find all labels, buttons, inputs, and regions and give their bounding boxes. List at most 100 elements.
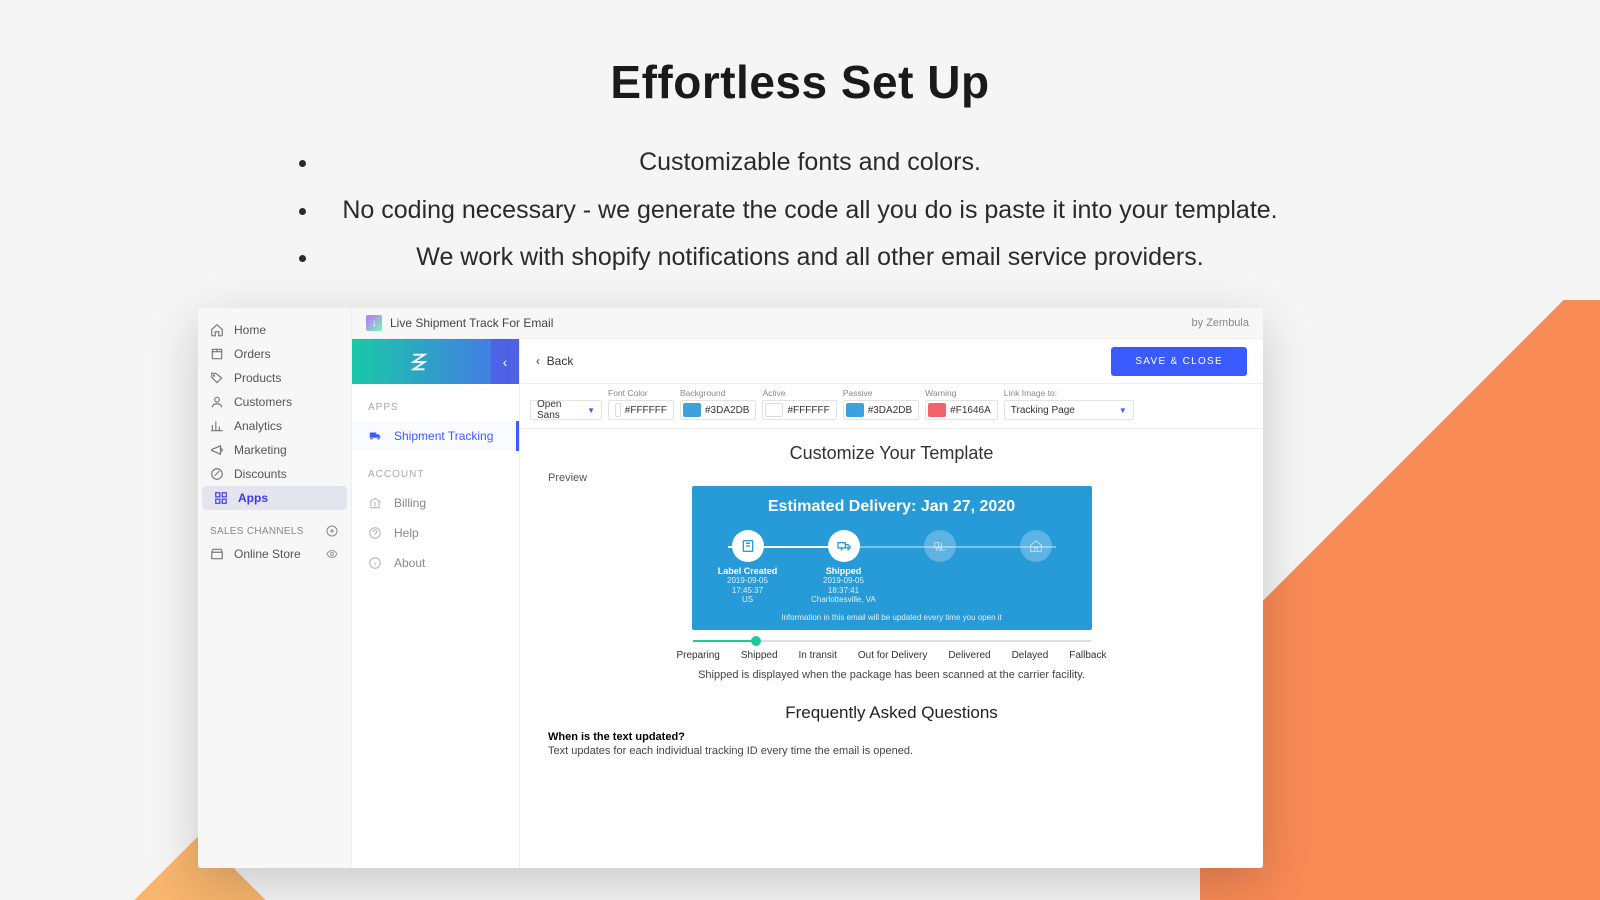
app-logo-icon bbox=[366, 315, 382, 331]
sidebar-item-label: Orders bbox=[234, 347, 271, 361]
config-label: Link Image to: bbox=[1004, 388, 1134, 398]
state-label: Fallback bbox=[1069, 650, 1106, 661]
passive-color-input[interactable]: #3DA2DB bbox=[843, 400, 919, 420]
font-color-input[interactable]: #FFFFFF bbox=[608, 400, 674, 420]
config-label: Warning bbox=[925, 388, 998, 398]
analytics-icon bbox=[210, 419, 224, 433]
collapse-sidebar-button[interactable]: ‹ bbox=[491, 339, 519, 384]
bullet: No coding necessary - we generate the co… bbox=[320, 187, 1300, 235]
link-target-select[interactable]: Tracking Page▼ bbox=[1004, 400, 1134, 420]
state-label: Delayed bbox=[1012, 650, 1049, 661]
font-family-select[interactable]: Open Sans▼ bbox=[530, 400, 602, 420]
home-icon bbox=[210, 323, 224, 337]
faq-answer: Text updates for each individual trackin… bbox=[548, 745, 1245, 757]
group-label-apps: APPS bbox=[352, 384, 519, 421]
sidebar-item-label: Home bbox=[234, 323, 266, 337]
save-close-button[interactable]: SAVE & CLOSE bbox=[1111, 347, 1247, 376]
zembula-logo-icon bbox=[408, 351, 430, 373]
bank-icon bbox=[368, 496, 382, 510]
editor-canvas: ‹ Back SAVE & CLOSE Open Sans▼ Font Colo… bbox=[520, 339, 1263, 868]
orders-icon bbox=[210, 347, 224, 361]
state-label: In transit bbox=[799, 650, 837, 661]
brand-strip: ‹ bbox=[352, 339, 519, 384]
user-icon bbox=[210, 395, 224, 409]
help-icon bbox=[368, 526, 382, 540]
chevron-down-icon: ▼ bbox=[1119, 406, 1127, 415]
inner-item-billing[interactable]: Billing bbox=[352, 488, 519, 518]
sidebar-item-customers[interactable]: Customers bbox=[198, 390, 351, 414]
sidebar-item-marketing[interactable]: Marketing bbox=[198, 438, 351, 462]
bullet: We work with shopify notifications and a… bbox=[320, 234, 1300, 282]
house-icon bbox=[1020, 530, 1052, 562]
background-color-input[interactable]: #3DA2DB bbox=[680, 400, 756, 420]
state-description: Shipped is displayed when the package ha… bbox=[538, 669, 1245, 681]
state-label: Shipped bbox=[741, 650, 778, 661]
sidebar-item-discounts[interactable]: Discounts bbox=[198, 462, 351, 486]
slider-knob[interactable] bbox=[751, 636, 761, 646]
inner-item-shipment-tracking[interactable]: Shipment Tracking bbox=[352, 421, 519, 451]
preview-label: Preview bbox=[548, 472, 1245, 484]
sidebar-item-orders[interactable]: Orders bbox=[198, 342, 351, 366]
step-transit bbox=[904, 530, 976, 605]
app-name: Live Shipment Track For Email bbox=[390, 316, 553, 330]
step-label-created: Label Created 2019-09-05 17:45:37 US bbox=[712, 530, 784, 605]
sidebar-item-label: Apps bbox=[238, 491, 268, 505]
state-label: Out for Delivery bbox=[858, 650, 927, 661]
tracker-footer: Information in this email will be update… bbox=[712, 613, 1072, 622]
step-delivered bbox=[1000, 530, 1072, 605]
config-row: Open Sans▼ Font Color #FFFFFF Background… bbox=[520, 384, 1263, 429]
warning-color-input[interactable]: #F1646A bbox=[925, 400, 998, 420]
forklift-icon bbox=[924, 530, 956, 562]
config-label: Passive bbox=[843, 388, 919, 398]
label-icon bbox=[732, 530, 764, 562]
shopify-sidebar: Home Orders Products Customers Analytics… bbox=[198, 308, 352, 868]
hero-bullets: Customizable fonts and colors. No coding… bbox=[300, 139, 1300, 282]
faq-question: When is the text updated? bbox=[548, 731, 1245, 743]
apps-icon bbox=[214, 491, 228, 505]
group-label-account: ACCOUNT bbox=[352, 451, 519, 488]
sidebar-item-online-store[interactable]: Online Store bbox=[198, 542, 351, 566]
inner-item-label: Help bbox=[394, 526, 419, 540]
sidebar-item-label: Online Store bbox=[234, 547, 301, 561]
sidebar-item-label: Analytics bbox=[234, 419, 282, 433]
sidebar-item-label: Discounts bbox=[234, 467, 287, 481]
config-label: Background bbox=[680, 388, 756, 398]
step-shipped: Shipped 2019-09-05 18:37:41 Charlottesvi… bbox=[808, 530, 880, 605]
tracker-preview: Estimated Delivery: Jan 27, 2020 Label C… bbox=[692, 486, 1092, 630]
sidebar-item-analytics[interactable]: Analytics bbox=[198, 414, 351, 438]
sidebar-item-label: Products bbox=[234, 371, 281, 385]
sidebar-item-apps[interactable]: Apps bbox=[202, 486, 347, 510]
chevron-down-icon: ▼ bbox=[587, 406, 595, 415]
sales-channels-label: SALES CHANNELS bbox=[198, 510, 351, 542]
sidebar-item-home[interactable]: Home bbox=[198, 318, 351, 342]
config-label: Active bbox=[762, 388, 836, 398]
truck-icon bbox=[368, 429, 382, 443]
app-screenshot: Home Orders Products Customers Analytics… bbox=[198, 308, 1263, 868]
discount-icon bbox=[210, 467, 224, 481]
state-slider[interactable]: Preparing Shipped In transit Out for Del… bbox=[677, 640, 1107, 661]
back-button[interactable]: ‹ Back bbox=[536, 354, 573, 368]
megaphone-icon bbox=[210, 443, 224, 457]
inner-item-label: Billing bbox=[394, 496, 426, 510]
eye-icon[interactable] bbox=[325, 547, 339, 561]
store-icon bbox=[210, 547, 224, 561]
inner-item-about[interactable]: About bbox=[352, 548, 519, 578]
bullet: Customizable fonts and colors. bbox=[320, 139, 1300, 187]
sidebar-item-label: Customers bbox=[234, 395, 292, 409]
tag-icon bbox=[210, 371, 224, 385]
plus-icon[interactable] bbox=[325, 524, 339, 538]
truck-icon bbox=[828, 530, 860, 562]
section-title: Customize Your Template bbox=[538, 443, 1245, 464]
sidebar-item-products[interactable]: Products bbox=[198, 366, 351, 390]
app-author: by Zembula bbox=[1192, 317, 1249, 329]
page-title: Effortless Set Up bbox=[0, 55, 1600, 109]
inner-item-help[interactable]: Help bbox=[352, 518, 519, 548]
app-topbar: Live Shipment Track For Email by Zembula bbox=[352, 308, 1263, 339]
inner-sidebar: ‹ APPS Shipment Tracking ACCOUNT Billing… bbox=[352, 339, 520, 868]
info-icon bbox=[368, 556, 382, 570]
faq-title: Frequently Asked Questions bbox=[538, 703, 1245, 723]
state-label: Preparing bbox=[677, 650, 720, 661]
inner-item-label: Shipment Tracking bbox=[394, 429, 493, 443]
active-color-input[interactable]: #FFFFFF bbox=[762, 400, 836, 420]
state-label: Delivered bbox=[948, 650, 990, 661]
